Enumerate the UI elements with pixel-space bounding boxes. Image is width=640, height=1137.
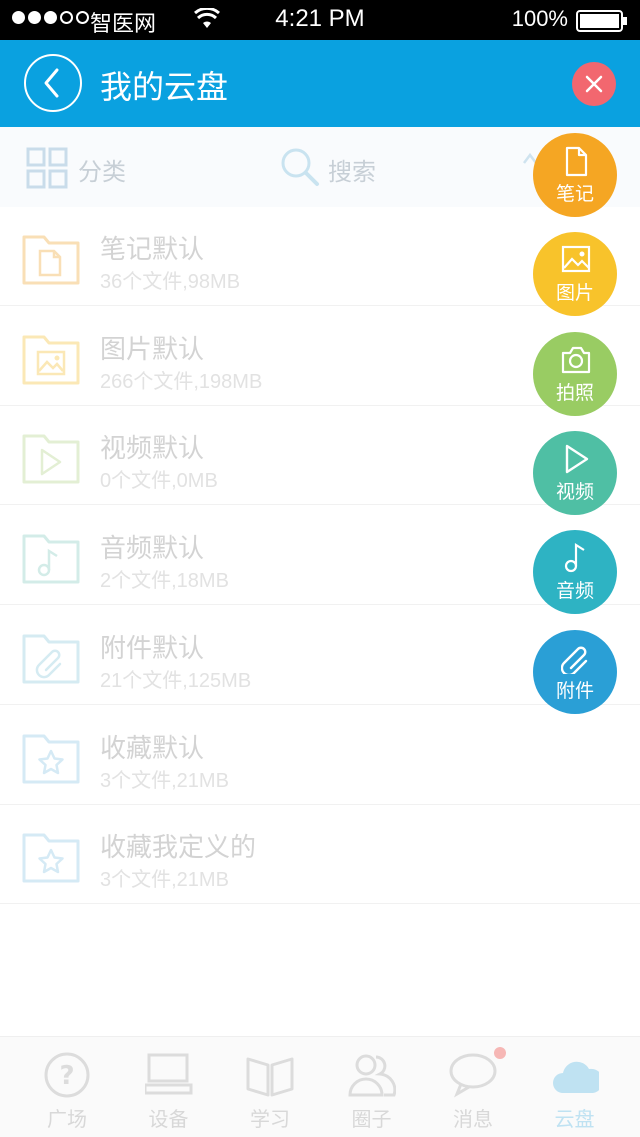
tab-label: 广场 [47,1107,87,1131]
bottom-tab-bar: ? 广场 设备 学习 圈子 消息 云盘 [0,1036,640,1137]
folder-meta: 266个文件,198MB [100,370,263,393]
close-icon [585,75,603,93]
tab-device[interactable]: 设备 [116,1037,222,1137]
folder-row[interactable]: 收藏我定义的 3个文件,21MB [0,805,640,905]
search-icon [281,148,319,186]
status-bar: 智医网 4:21 PM 100% [0,0,640,40]
paperclip-icon [561,646,588,674]
fab-label: 拍照 [555,381,594,404]
folder-name: 收藏默认 [100,733,205,764]
note-folder-icon [22,235,80,285]
folder-meta: 3个文件,21MB [100,869,229,892]
folder-name: 音频默认 [100,534,205,565]
people-icon [347,1054,396,1097]
category-label: 分类 [78,158,126,186]
device-icon [144,1053,192,1095]
tab-label: 设备 [148,1107,189,1131]
star-folder-icon [22,734,80,783]
chat-bubble-icon [449,1053,497,1098]
fab-label: 笔记 [555,183,594,205]
music-note-icon [564,543,585,573]
fab-note-button[interactable]: 笔记 [533,133,617,217]
notification-dot [494,1047,506,1059]
fab-paperclip-button[interactable]: 附件 [533,629,617,714]
search-label: 搜索 [328,158,376,186]
cloud-icon [552,1061,599,1093]
folder-name: 笔记默认 [100,235,205,265]
fab-camera-button[interactable]: 拍照 [533,331,617,416]
app-header: 我的云盘 [0,40,640,127]
back-button[interactable] [24,54,82,112]
fab-label: 视频 [555,480,594,503]
book-icon [246,1057,294,1097]
category-button[interactable]: 分类 [24,127,154,207]
question-icon: ? [44,1052,90,1098]
tab-label: 圈子 [351,1107,392,1131]
tab-label: 消息 [453,1107,493,1131]
chevron-left-icon [44,68,59,98]
search-button[interactable]: 搜索 [280,127,410,207]
fab-label: 附件 [555,679,594,702]
fab-image-button[interactable]: 图片 [533,232,617,317]
tab-cloud[interactable]: 云盘 [522,1037,628,1137]
audio-folder-icon [22,534,80,584]
folder-meta: 2个文件,18MB [100,570,229,593]
video-folder-icon [22,434,80,484]
page-title: 我的云盘 [100,68,229,106]
note-icon [565,146,588,177]
grid-icon [26,147,68,189]
folder-name: 附件默认 [100,633,205,664]
play-icon [565,444,589,474]
fab-play-button[interactable]: 视频 [533,430,617,515]
folder-meta: 0个文件,0MB [100,470,218,493]
close-button[interactable] [572,62,616,106]
image-icon [561,246,591,273]
folder-name: 图片默认 [100,334,205,365]
tab-question[interactable]: ? 广场 [14,1037,120,1137]
folder-meta: 3个文件,21MB [100,769,229,792]
battery-icon [576,10,627,32]
folder-name: 收藏我定义的 [100,833,257,864]
tab-label: 学习 [250,1107,290,1131]
folder-meta: 36个文件,98MB [100,271,241,293]
folder-row[interactable]: 收藏默认 3个文件,21MB [0,706,640,805]
fab-music-note-button[interactable]: 音频 [533,530,617,615]
star-folder-icon [22,833,80,883]
camera-icon [561,346,591,373]
folder-name: 视频默认 [100,434,205,465]
folder-meta: 21个文件,125MB [100,669,252,692]
tab-label: 云盘 [554,1107,595,1131]
battery-percent: 100% [511,6,568,31]
tab-chat-bubble[interactable]: 消息 [420,1037,526,1137]
tab-people[interactable]: 圈子 [319,1037,425,1137]
attachment-folder-icon [22,634,80,684]
image-folder-icon [22,335,80,385]
svg-text:?: ? [59,1061,74,1091]
fab-label: 音频 [555,580,594,603]
tab-book[interactable]: 学习 [217,1037,323,1137]
fab-label: 图片 [555,282,594,305]
